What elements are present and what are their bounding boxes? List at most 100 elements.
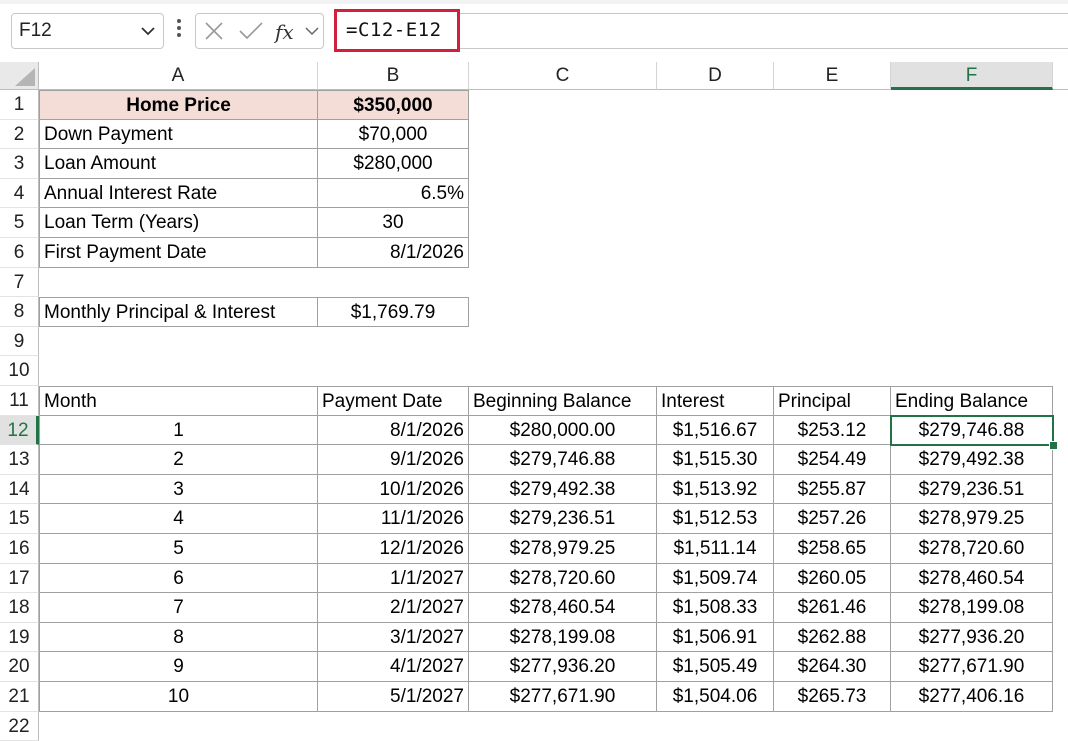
table-cell[interactable]: 5/1/2027 [318, 682, 469, 712]
table-header[interactable]: Interest [657, 386, 774, 416]
table-cell[interactable]: $277,936.20 [891, 622, 1053, 653]
table-cell[interactable]: $278,460.54 [469, 593, 657, 623]
row-header-8[interactable]: 8 [0, 297, 39, 327]
enter-check-icon[interactable] [238, 20, 264, 42]
table-cell[interactable]: $1,505.49 [657, 652, 774, 682]
fill-handle[interactable] [1049, 441, 1058, 451]
row-header-14[interactable]: 14 [0, 474, 39, 505]
name-box[interactable]: F12 [11, 13, 164, 49]
table-cell[interactable]: 9/1/2026 [318, 445, 469, 475]
table-cell[interactable]: $1,504.06 [657, 682, 774, 712]
table-cell[interactable]: $255.87 [774, 474, 891, 505]
table-cell[interactable]: 4 [39, 504, 318, 534]
row-header-11[interactable]: 11 [0, 386, 39, 416]
row-header-17[interactable]: 17 [0, 563, 39, 594]
row-header-20[interactable]: 20 [0, 652, 39, 682]
insert-function-icon[interactable]: fx [274, 19, 300, 45]
table-header[interactable]: Payment Date [318, 386, 469, 416]
table-cell[interactable]: $277,406.16 [891, 682, 1053, 712]
table-cell[interactable]: $254.49 [774, 445, 891, 475]
table-cell[interactable]: $277,671.90 [469, 682, 657, 712]
column-header-b[interactable]: B [318, 62, 469, 90]
table-cell[interactable]: $261.46 [774, 593, 891, 623]
input-value-home-price[interactable]: $350,000 [318, 90, 469, 120]
row-header-16[interactable]: 16 [0, 534, 39, 564]
table-header[interactable]: Principal [774, 386, 891, 416]
table-cell[interactable]: 6 [39, 563, 318, 594]
table-cell[interactable]: $257.26 [774, 504, 891, 534]
table-cell[interactable]: $1,515.30 [657, 445, 774, 475]
table-cell[interactable]: $279,746.88 [891, 415, 1053, 446]
more-options-icon[interactable] [170, 19, 188, 45]
row-header-4[interactable]: 4 [0, 178, 39, 209]
monthly-payment-value[interactable]: $1,769.79 [318, 297, 469, 327]
row-header-19[interactable]: 19 [0, 622, 39, 653]
row-header-15[interactable]: 15 [0, 504, 39, 534]
row-header-7[interactable]: 7 [0, 267, 39, 298]
row-header-3[interactable]: 3 [0, 149, 39, 179]
table-cell[interactable]: $1,513.92 [657, 474, 774, 505]
table-cell[interactable]: $1,508.33 [657, 593, 774, 623]
input-value[interactable]: $70,000 [318, 119, 469, 150]
table-cell[interactable]: $260.05 [774, 563, 891, 594]
table-cell[interactable]: 4/1/2027 [318, 652, 469, 682]
table-cell[interactable]: $279,236.51 [891, 474, 1053, 505]
table-cell[interactable]: 11/1/2026 [318, 504, 469, 534]
table-header[interactable]: Ending Balance [891, 386, 1053, 416]
table-cell[interactable]: $278,979.25 [469, 534, 657, 564]
table-cell[interactable]: $253.12 [774, 415, 891, 446]
column-header-f[interactable]: F [891, 62, 1053, 90]
table-cell[interactable]: $262.88 [774, 622, 891, 653]
table-header[interactable]: Month [39, 386, 318, 416]
input-label[interactable]: Annual Interest Rate [39, 178, 318, 209]
input-label-home-price[interactable]: Home Price [39, 90, 318, 120]
select-all-corner[interactable] [0, 62, 39, 90]
table-cell[interactable]: $278,460.54 [891, 563, 1053, 594]
table-cell[interactable]: $264.30 [774, 652, 891, 682]
table-cell[interactable]: $278,199.08 [891, 593, 1053, 623]
table-cell[interactable]: $1,516.67 [657, 415, 774, 446]
table-cell[interactable]: 10/1/2026 [318, 474, 469, 505]
row-header-5[interactable]: 5 [0, 208, 39, 238]
table-cell[interactable]: 9 [39, 652, 318, 682]
table-cell[interactable]: $278,979.25 [891, 504, 1053, 534]
table-cell[interactable]: 12/1/2026 [318, 534, 469, 564]
row-header-22[interactable]: 22 [0, 711, 39, 741]
table-cell[interactable]: 3 [39, 474, 318, 505]
table-cell[interactable]: 5 [39, 534, 318, 564]
row-header-21[interactable]: 21 [0, 682, 39, 712]
input-value[interactable]: $280,000 [318, 149, 469, 179]
table-cell[interactable]: $279,236.51 [469, 504, 657, 534]
input-label[interactable]: Down Payment [39, 119, 318, 150]
table-cell[interactable]: 10 [39, 682, 318, 712]
table-cell[interactable]: $279,746.88 [469, 445, 657, 475]
row-header-12[interactable]: 12 [0, 415, 39, 446]
table-cell[interactable]: $278,720.60 [891, 534, 1053, 564]
table-cell[interactable]: 8 [39, 622, 318, 653]
column-header-d[interactable]: D [657, 62, 774, 90]
row-header-13[interactable]: 13 [0, 445, 39, 475]
monthly-payment-label[interactable]: Monthly Principal & Interest [39, 297, 318, 327]
input-label[interactable]: Loan Amount [39, 149, 318, 179]
cancel-icon[interactable] [203, 20, 225, 42]
table-cell[interactable]: 7 [39, 593, 318, 623]
column-header-c[interactable]: C [469, 62, 657, 90]
input-label[interactable]: Loan Term (Years) [39, 208, 318, 238]
table-cell[interactable]: $278,720.60 [469, 563, 657, 594]
chevron-down-icon[interactable] [304, 23, 320, 39]
row-header-18[interactable]: 18 [0, 593, 39, 623]
row-header-2[interactable]: 2 [0, 119, 39, 150]
column-header-e[interactable]: E [774, 62, 891, 90]
column-header-a[interactable]: A [39, 62, 318, 90]
table-cell[interactable]: 3/1/2027 [318, 622, 469, 653]
table-cell[interactable]: $277,671.90 [891, 652, 1053, 682]
row-header-10[interactable]: 10 [0, 356, 39, 386]
row-header-9[interactable]: 9 [0, 326, 39, 357]
table-cell[interactable]: $1,511.14 [657, 534, 774, 564]
table-cell[interactable]: $277,936.20 [469, 652, 657, 682]
row-header-6[interactable]: 6 [0, 238, 39, 268]
input-label[interactable]: First Payment Date [39, 238, 318, 268]
table-cell[interactable]: 8/1/2026 [318, 415, 469, 446]
table-cell[interactable]: $279,492.38 [469, 474, 657, 505]
table-cell[interactable]: $280,000.00 [469, 415, 657, 446]
